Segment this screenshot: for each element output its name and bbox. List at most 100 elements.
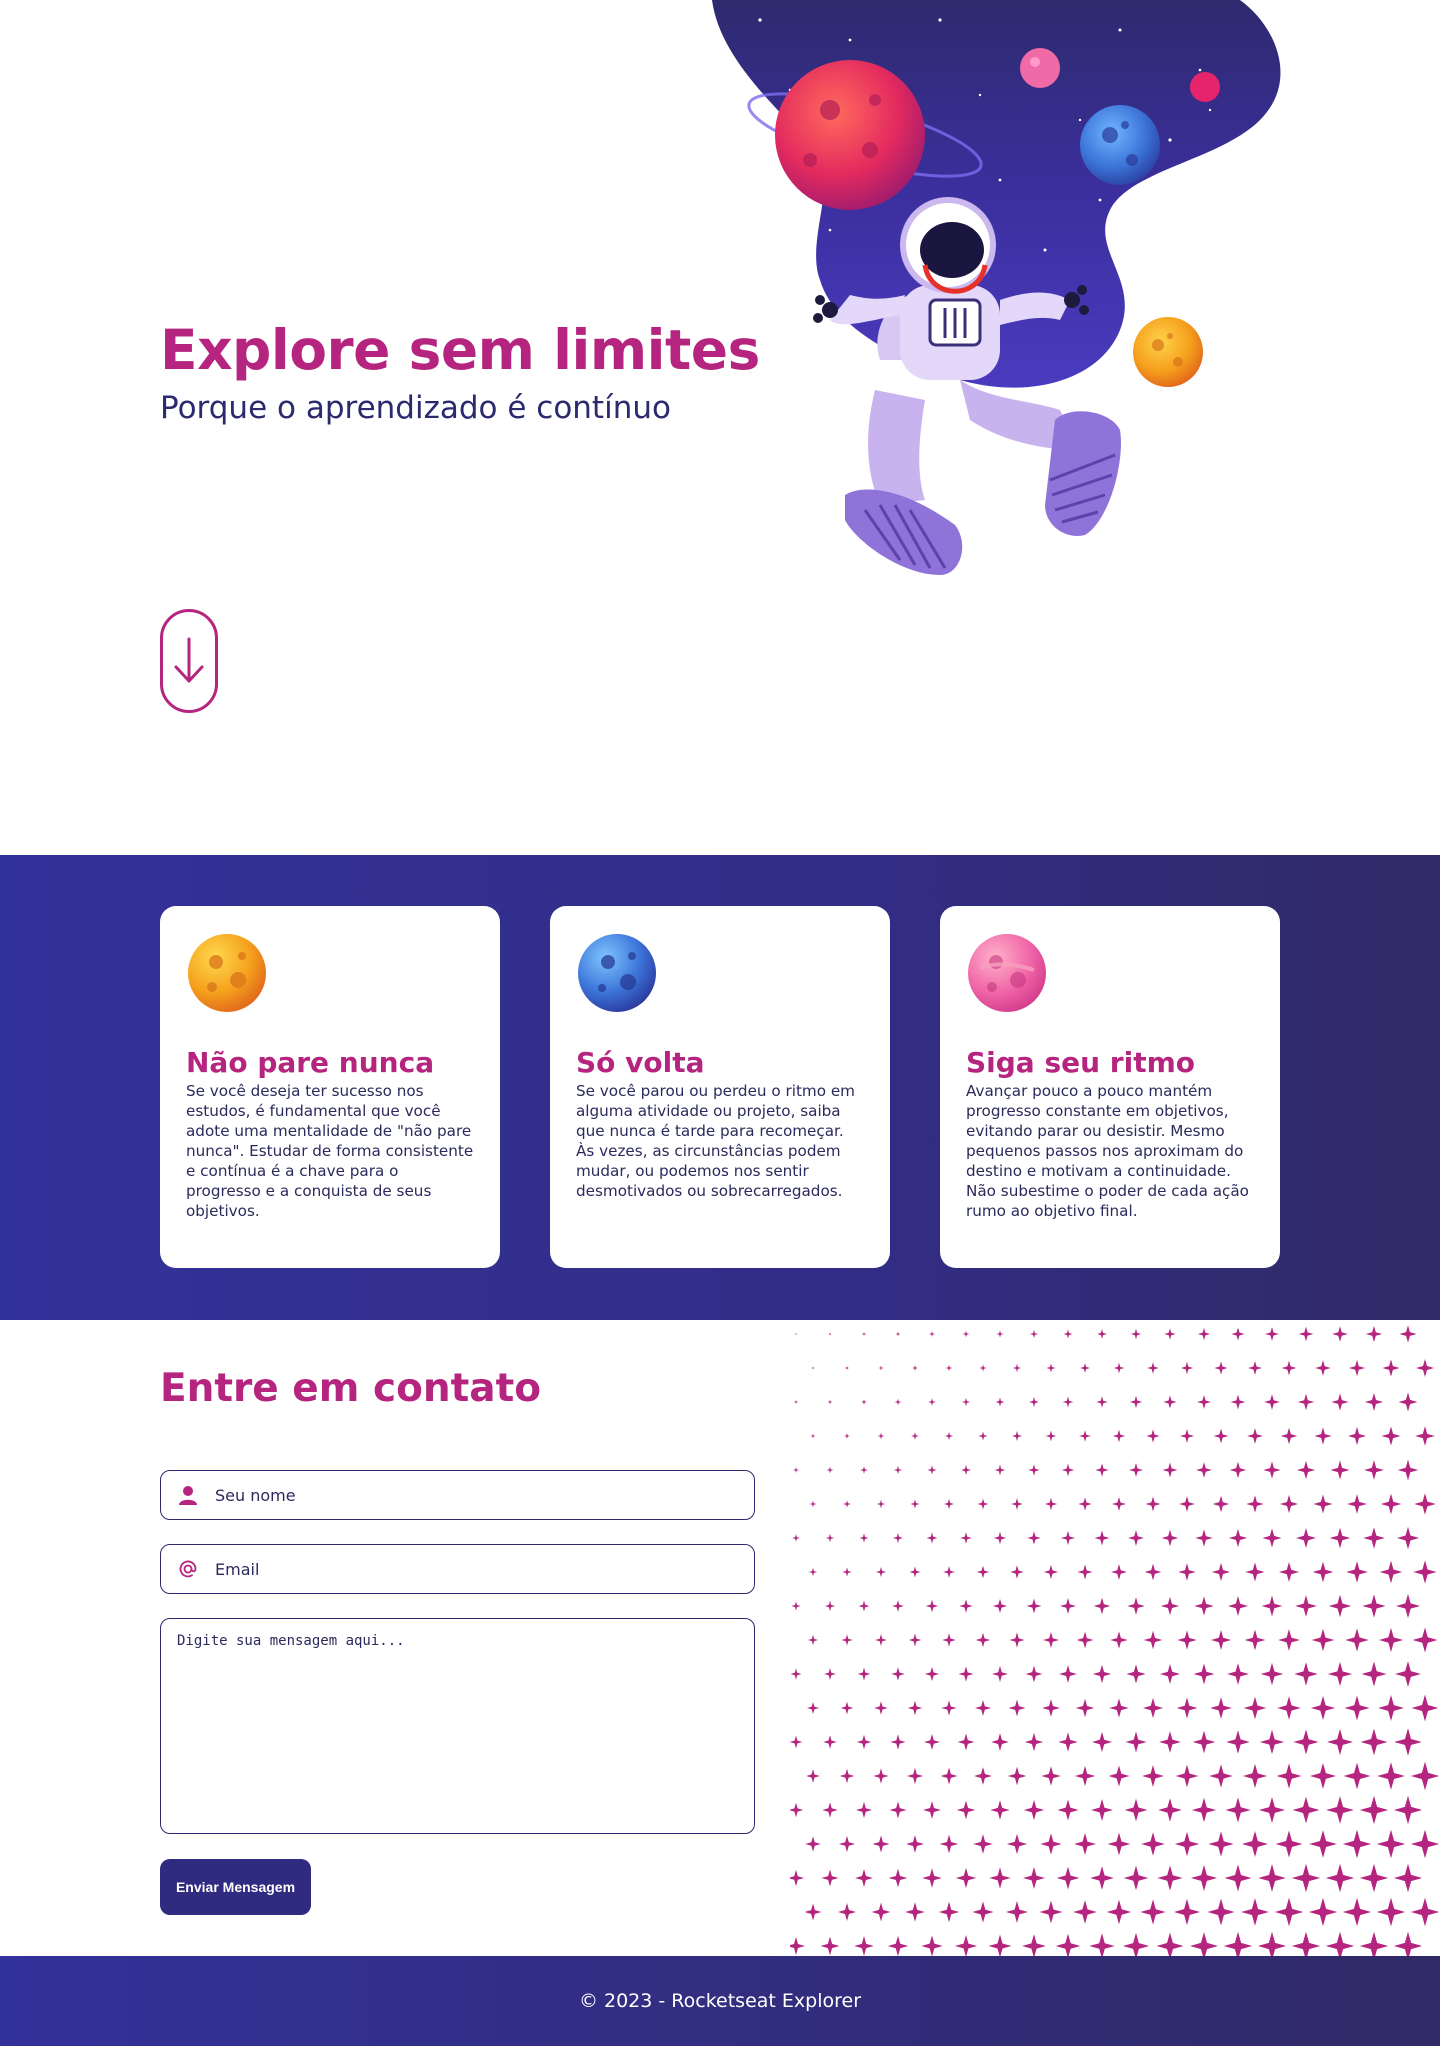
sparkle-star [1346,1561,1368,1583]
sparkle-star [1094,1530,1110,1546]
sparkle-star [790,1802,804,1818]
sparkle-star [1010,1565,1024,1579]
sparkle-star [1111,1496,1127,1512]
sparkle-star [1311,1628,1335,1652]
sparkle-star [1260,1662,1284,1686]
sparkle-star [1397,1459,1419,1481]
sparkle-star [1359,1863,1389,1893]
sparkle-star [825,1533,835,1543]
sparkle-star [973,1834,993,1854]
sparkle-star [842,1567,852,1577]
sparkle-star [1197,1327,1211,1341]
sparkle-star [1157,1865,1183,1891]
sparkle-star [975,1632,991,1648]
sparkle-star [1257,1931,1287,1956]
sparkle-star [1026,1598,1042,1614]
sparkle-star [1044,1497,1058,1511]
message-textarea[interactable] [160,1618,755,1834]
sparkle-star [974,1767,992,1785]
sparkle-star [1040,1833,1062,1855]
sparkle-star [1091,1799,1113,1821]
sparkle-star [1241,1830,1269,1858]
sparkle-star [1046,1363,1056,1373]
sparkle-star [1012,1363,1022,1373]
sparkle-star [907,1700,923,1716]
sparkle-star [1029,1329,1039,1339]
sparkle-star [922,1868,942,1888]
email-input[interactable] [215,1559,735,1579]
sparkle-star [959,1599,973,1613]
sparkle-star [923,1801,941,1819]
sparkle-star [1258,1796,1286,1824]
email-field[interactable] [160,1544,755,1594]
sparkle-star [1229,1461,1247,1479]
sparkle-star [1359,1795,1389,1825]
orange-planet-icon [188,934,266,1012]
sparkle-star [1308,1897,1338,1927]
sparkle-star [938,1901,960,1923]
sparkle-star [923,1733,941,1751]
sparkle-star [1212,1495,1230,1513]
sparkle-star [926,1532,938,1544]
sparkle-star [824,1668,836,1680]
scroll-down-button[interactable] [160,609,218,713]
sparkle-star [890,1734,906,1750]
send-message-button[interactable]: Enviar Mensagem [160,1859,311,1915]
sparkle-star [1223,1931,1253,1956]
sparkle-star [1376,1829,1406,1859]
sparkle-star [843,1500,851,1508]
sparkle-star [989,1867,1011,1889]
sparkle-star [1179,1496,1195,1512]
sparkle-star [1057,1799,1079,1821]
sparkle-star [1295,1595,1317,1617]
sparkle-star [1055,1933,1081,1956]
hero-subtitle: Porque o aprendizado é contínuo [160,390,671,426]
sparkle-star [1007,1766,1027,1786]
footer-copyright: © 2023 - Rocketseat Explorer [578,1990,862,2012]
sparkle-star [1279,1494,1299,1514]
sparkle-star [1313,1494,1333,1514]
sparkle-star [977,1498,989,1510]
sparkle-star [1191,1797,1217,1823]
name-input[interactable] [215,1485,735,1505]
sparkle-star [793,1399,799,1405]
sparkle-star [1146,1429,1160,1443]
sparkle-star [1178,1563,1196,1581]
sparkle-star [960,1532,972,1544]
sparkle-star [1395,1661,1421,1687]
sparkle-star [1162,1462,1178,1478]
sparkle-star [1262,1528,1282,1548]
footer: © 2023 - Rocketseat Explorer [0,1956,1440,2046]
sparkle-star [992,1598,1008,1614]
sparkle-star [1124,1798,1148,1822]
sparkle-star [921,1935,943,1956]
sparkle-star [1208,1831,1234,1857]
sparkle-star [1277,1696,1301,1720]
sparkle-star [1398,1392,1418,1412]
sparkle-star [877,1432,885,1440]
name-field[interactable] [160,1470,755,1520]
sparkle-star [1227,1595,1249,1617]
sparkle-star [1079,1430,1091,1442]
sparkle-star [940,1767,958,1785]
sparkle-star [809,1500,817,1508]
sparkle-star [1096,1396,1108,1408]
sparkle-star [1159,1663,1181,1685]
sparkle-star [1043,1632,1059,1648]
sparkle-star [996,1330,1004,1338]
sparkle-star [871,1902,891,1922]
sparkle-star [1258,1864,1286,1892]
sparkle-star [855,1801,873,1819]
sparkle-star [1342,1829,1372,1859]
sparkle-star [1413,1560,1437,1584]
sparkle-star [1245,1562,1265,1582]
sparkle-star [1230,1394,1246,1410]
sparkle-star [1241,1898,1269,1926]
sparkle-star [1246,1495,1264,1513]
feature-card: Não pare nunca Se você deseja ter sucess… [160,906,500,1268]
sparkle-star [909,1566,921,1578]
sparkle-star [878,1365,884,1371]
sparkle-star [1343,1762,1371,1790]
sparkle-star [1061,1463,1075,1477]
sparkle-star [1247,1428,1263,1444]
